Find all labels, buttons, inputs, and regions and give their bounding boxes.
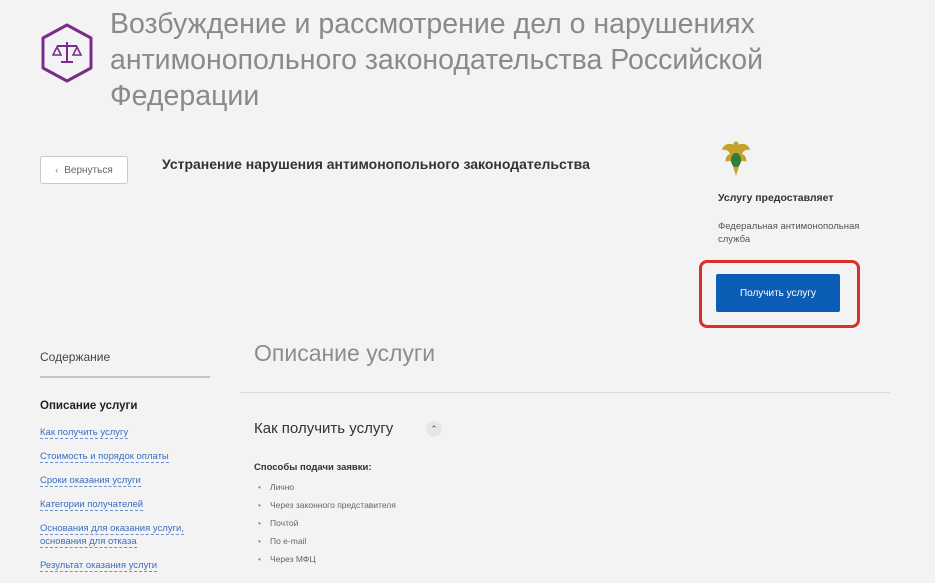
toc-item-label[interactable]: Категории получателей bbox=[40, 499, 144, 511]
page: Возбуждение и рассмотрение дел о нарушен… bbox=[0, 0, 935, 582]
service-subtitle: Устранение нарушения антимонопольного за… bbox=[162, 156, 590, 172]
page-title: Возбуждение и рассмотрение дел о нарушен… bbox=[110, 8, 763, 112]
methods-list: Лично Через законного представителя Почт… bbox=[258, 478, 396, 568]
toc-item-label[interactable]: Сроки оказания услуги bbox=[40, 475, 141, 487]
section-divider bbox=[240, 392, 890, 393]
toc-item[interactable]: Результат оказания услуги bbox=[40, 559, 215, 572]
chevron-up-icon[interactable]: ⌃ bbox=[426, 421, 442, 437]
provider-label: Услугу предоставляет bbox=[718, 192, 834, 204]
provider-name: Федеральная антимонопольная служба bbox=[718, 221, 860, 245]
toc-item-active[interactable]: Описание услуги bbox=[40, 400, 137, 412]
back-button-label: Вернуться bbox=[64, 164, 113, 176]
toc-item-label[interactable]: Как получить услугу bbox=[40, 427, 129, 439]
list-item: Через МФЦ bbox=[258, 550, 396, 568]
toc-item[interactable]: Основания для оказания услуги, основания… bbox=[40, 522, 215, 548]
toc-divider bbox=[40, 376, 210, 378]
list-item: Почтой bbox=[258, 514, 396, 532]
toc-list: Как получить услугу Стоимость и порядок … bbox=[40, 426, 215, 583]
toc-item-label[interactable]: Основания для оказания услуги, основания… bbox=[40, 523, 184, 548]
toc-item[interactable]: Как получить услугу bbox=[40, 426, 215, 439]
list-item: Через законного представителя bbox=[258, 496, 396, 514]
scales-icon bbox=[41, 23, 93, 83]
toc-item-label[interactable]: Результат оказания услуги bbox=[40, 560, 158, 572]
list-item: По e-mail bbox=[258, 532, 396, 550]
chevron-left-icon: ‹ bbox=[55, 165, 59, 175]
toc-item[interactable]: Категории получателей bbox=[40, 498, 215, 511]
toc-title: Содержание bbox=[40, 350, 111, 364]
toc-item[interactable]: Стоимость и порядок оплаты bbox=[40, 450, 215, 463]
how-to-get-heading: Как получить услугу bbox=[254, 420, 394, 437]
toc-item[interactable]: Сроки оказания услуги bbox=[40, 474, 215, 487]
section-heading: Описание услуги bbox=[254, 340, 436, 366]
emblem-icon bbox=[722, 141, 750, 176]
back-button[interactable]: ‹ Вернуться bbox=[40, 156, 128, 184]
methods-label: Способы подачи заявки: bbox=[254, 462, 372, 473]
toc-item-label[interactable]: Стоимость и порядок оплаты bbox=[40, 451, 169, 463]
get-service-button[interactable]: Получить услугу bbox=[716, 274, 840, 312]
list-item: Лично bbox=[258, 478, 396, 496]
